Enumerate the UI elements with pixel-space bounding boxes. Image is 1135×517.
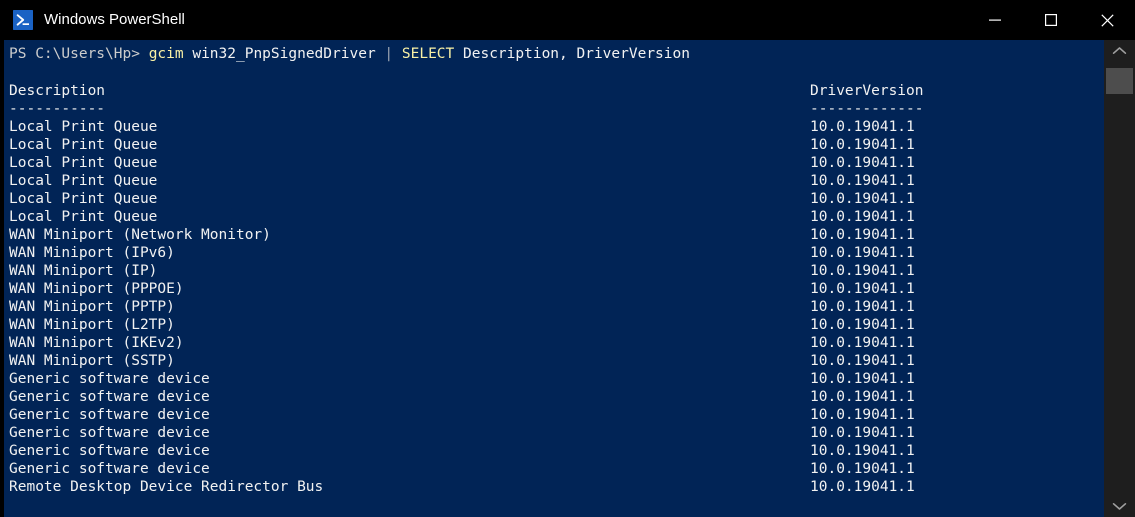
cell-driver-version: 10.0.19041.1 <box>810 371 915 387</box>
cell-driver-version: 10.0.19041.1 <box>810 317 915 333</box>
separator-driver-version: ------------- <box>810 101 924 117</box>
cell-driver-version: 10.0.19041.1 <box>810 137 915 153</box>
cell-description: WAN Miniport (L2TP) <box>9 317 175 333</box>
cell-description: Local Print Queue <box>9 209 158 225</box>
command-prompt-line: PS C:\Users\Hp> gcim win32_PnpSignedDriv… <box>4 40 1104 64</box>
table-row: Local Print Queue 10.0.19041.1 <box>4 154 1104 172</box>
cell-driver-version: 10.0.19041.1 <box>810 119 915 135</box>
cell-description: Local Print Queue <box>9 119 158 135</box>
table-row: WAN Miniport (L2TP) 10.0.19041.1 <box>4 316 1104 334</box>
cell-driver-version: 10.0.19041.1 <box>810 461 915 477</box>
table-row: Local Print Queue 10.0.19041.1 <box>4 208 1104 226</box>
table-row: WAN Miniport (IP) 10.0.19041.1 <box>4 262 1104 280</box>
cell-description: Generic software device <box>9 461 210 477</box>
select-properties: Description, DriverVersion <box>463 46 690 62</box>
table-row: WAN Miniport (Network Monitor) 10.0.19041… <box>4 226 1104 244</box>
table-row: Local Print Queue 10.0.19041.1 <box>4 190 1104 208</box>
cell-driver-version: 10.0.19041.1 <box>810 191 915 207</box>
cell-description: WAN Miniport (IKEv2) <box>9 335 184 351</box>
table-header-row: Description DriverVersion <box>4 82 1104 100</box>
cell-description: WAN Miniport (Network Monitor) <box>9 227 271 243</box>
table-row: Local Print Queue 10.0.19041.1 <box>4 172 1104 190</box>
cell-description: Remote Desktop Device Redirector Bus <box>9 479 324 495</box>
header-driver-version: DriverVersion <box>810 83 924 99</box>
cell-description: Generic software device <box>9 425 210 441</box>
powershell-window: Windows PowerShell PS C:\Users\Hp> gcim … <box>0 0 1135 517</box>
scroll-up-button[interactable] <box>1104 40 1135 62</box>
cell-description: WAN Miniport (IP) <box>9 263 158 279</box>
command-argument: win32_PnpSignedDriver <box>192 46 376 62</box>
cell-driver-version: 10.0.19041.1 <box>810 425 915 441</box>
cell-driver-version: 10.0.19041.1 <box>810 263 915 279</box>
cell-driver-version: 10.0.19041.1 <box>810 227 915 243</box>
table-row: Generic software device 10.0.19041.1 <box>4 424 1104 442</box>
cell-driver-version: 10.0.19041.1 <box>810 173 915 189</box>
powershell-icon <box>13 10 33 30</box>
cell-description: Local Print Queue <box>9 191 158 207</box>
vertical-scrollbar[interactable] <box>1104 40 1135 517</box>
table-row: Local Print Queue 10.0.19041.1 <box>4 118 1104 136</box>
cell-description: WAN Miniport (PPPOE) <box>9 281 184 297</box>
title-bar[interactable]: Windows PowerShell <box>0 0 1135 40</box>
scrollbar-thumb[interactable] <box>1106 68 1133 94</box>
separator-description: ----------- <box>9 101 106 117</box>
cell-description: Local Print Queue <box>9 173 158 189</box>
cell-driver-version: 10.0.19041.1 <box>810 407 915 423</box>
cell-driver-version: 10.0.19041.1 <box>810 281 915 297</box>
cell-driver-version: 10.0.19041.1 <box>810 353 915 369</box>
cell-description: WAN Miniport (IPv6) <box>9 245 175 261</box>
table-row: Local Print Queue 10.0.19041.1 <box>4 136 1104 154</box>
table-row: Remote Desktop Device Redirector Bus 10.0… <box>4 478 1104 496</box>
cell-description: Generic software device <box>9 407 210 423</box>
cell-description: WAN Miniport (PPTP) <box>9 299 175 315</box>
table-row: Generic software device 10.0.19041.1 <box>4 388 1104 406</box>
header-description: Description <box>9 83 106 99</box>
cell-driver-version: 10.0.19041.1 <box>810 335 915 351</box>
table-row: WAN Miniport (PPPOE) 10.0.19041.1 <box>4 280 1104 298</box>
cell-driver-version: 10.0.19041.1 <box>810 479 915 495</box>
console-area[interactable]: PS C:\Users\Hp> gcim win32_PnpSignedDriv… <box>0 40 1135 517</box>
table-separator-row: ----------- ------------- <box>4 100 1104 118</box>
minimize-button[interactable] <box>967 0 1023 40</box>
prompt-space-4 <box>393 46 402 62</box>
table-row: Generic software device 10.0.19041.1 <box>4 370 1104 388</box>
table-row: WAN Miniport (IKEv2) 10.0.19041.1 <box>4 334 1104 352</box>
table-row: WAN Miniport (PPTP) 10.0.19041.1 <box>4 298 1104 316</box>
table-row: Generic software device 10.0.19041.1 <box>4 406 1104 424</box>
table-row: Generic software device 10.0.19041.1 <box>4 442 1104 460</box>
cell-description: Generic software device <box>9 371 210 387</box>
table-row: WAN Miniport (SSTP) 10.0.19041.1 <box>4 352 1104 370</box>
console-text-buffer[interactable]: PS C:\Users\Hp> gcim win32_PnpSignedDriv… <box>4 40 1104 517</box>
window-title: Windows PowerShell <box>44 11 185 28</box>
cell-driver-version: 10.0.19041.1 <box>810 209 915 225</box>
prompt-space-1 <box>140 46 149 62</box>
close-button[interactable] <box>1079 0 1135 40</box>
cell-description: WAN Miniport (SSTP) <box>9 353 175 369</box>
cell-description: Local Print Queue <box>9 155 158 171</box>
select-keyword: SELECT <box>401 46 455 62</box>
table-row: Generic software device 10.0.19041.1 <box>4 460 1104 478</box>
pipe-operator: | <box>384 46 394 62</box>
scrollbar-track[interactable] <box>1104 62 1135 495</box>
table-rows: Local Print Queue 10.0.19041.1 Local Print… <box>4 118 1104 496</box>
prompt-space-5 <box>454 46 463 62</box>
cell-description: Generic software device <box>9 443 210 459</box>
scroll-down-button[interactable] <box>1104 495 1135 517</box>
cell-driver-version: 10.0.19041.1 <box>810 389 915 405</box>
maximize-button[interactable] <box>1023 0 1079 40</box>
prompt-prefix: PS C:\Users\Hp> <box>9 46 140 62</box>
cell-description: Generic software device <box>9 389 210 405</box>
command-cmdlet: gcim <box>148 46 184 62</box>
cell-driver-version: 10.0.19041.1 <box>810 245 915 261</box>
table-row: WAN Miniport (IPv6) 10.0.19041.1 <box>4 244 1104 262</box>
cell-driver-version: 10.0.19041.1 <box>810 155 915 171</box>
window-controls <box>967 0 1135 40</box>
cell-driver-version: 10.0.19041.1 <box>810 299 915 315</box>
cell-driver-version: 10.0.19041.1 <box>810 443 915 459</box>
cell-description: Local Print Queue <box>9 137 158 153</box>
title-bar-left: Windows PowerShell <box>0 10 967 30</box>
